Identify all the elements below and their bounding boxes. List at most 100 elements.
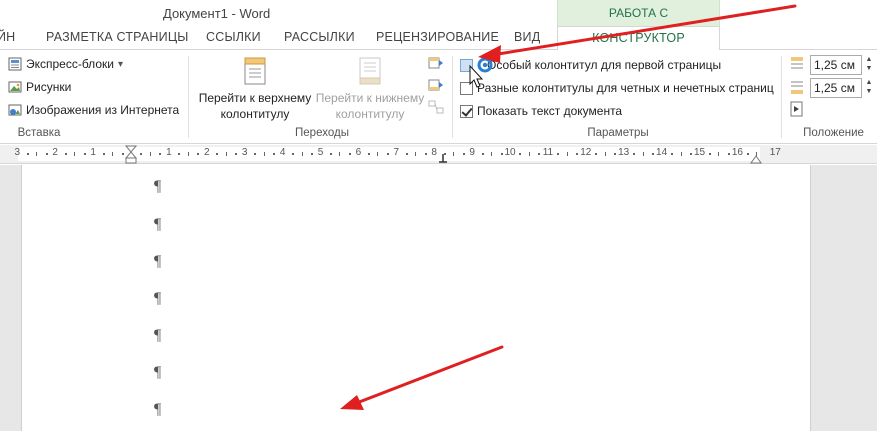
navigation-group-label: Переходы [295, 127, 349, 139]
show-document-text-checkbox[interactable] [460, 104, 473, 118]
ruler-tick [159, 153, 162, 155]
ruler-tick [708, 153, 711, 155]
ruler-number: 9 [469, 147, 475, 158]
ruler-tick [727, 153, 730, 155]
ribbon-tabs: ЙН РАЗМЕТКА СТРАНИЦЫ ССЫЛКИ РАССЫЛКИ РЕЦ… [0, 26, 877, 51]
ruler-tick [576, 153, 579, 155]
paragraph-mark: ¶ [154, 178, 162, 195]
paragraph-mark: ¶ [154, 216, 162, 233]
goto-footer-button[interactable]: Перейти к нижнему колонтитулу [310, 56, 430, 122]
different-first-page-label: Особый колонтитул для первой страницы [487, 58, 722, 72]
next-section-icon [428, 79, 443, 91]
different-first-page-option[interactable]: Особый колонтитул для первой страницы [460, 55, 721, 75]
footer-from-bottom-icon [791, 81, 803, 94]
ruler-number: 8 [431, 147, 437, 158]
ruler-tick [178, 153, 181, 155]
ruler-tick [595, 153, 598, 155]
ruler-number: 13 [618, 147, 630, 158]
goto-header-button[interactable]: Перейти к верхнему колонтитулу [194, 56, 316, 122]
quick-parts-button[interactable]: Экспресс-блоки ▾ [8, 54, 123, 74]
ruler-number: 7 [393, 147, 400, 158]
paragraph-mark: ¶ [154, 327, 162, 344]
ruler-tick [367, 153, 370, 155]
tab-stop-center-icon[interactable] [438, 154, 448, 164]
ruler-tick [348, 153, 351, 155]
ruler-tick [680, 152, 682, 156]
next-section-button[interactable] [428, 78, 444, 92]
ruler-tick [538, 153, 541, 155]
ruler-tick [36, 152, 38, 156]
paragraph-mark: ¶ [154, 290, 162, 307]
horizontal-ruler[interactable]: 3 2 1 1 2 3 4 5 6 7 8 9 10 11 12 13 14 15 16 17 [0, 145, 877, 164]
ruler-tick [102, 153, 105, 155]
ruler-tick [405, 153, 408, 155]
document-page[interactable]: ¶ ¶ ¶ ¶ ¶ ¶ ¶ [21, 165, 811, 431]
footer-position-input[interactable]: 1,25 см [810, 78, 862, 98]
previous-section-button[interactable] [428, 56, 444, 70]
paragraph-mark: ¶ [154, 401, 162, 418]
ruler-number: 17 [769, 147, 781, 158]
goto-footer-line2: колонтитулу [335, 107, 405, 121]
ruler-tick [329, 153, 332, 155]
ruler-number: 16 [731, 147, 743, 158]
ruler-number: 2 [204, 147, 210, 158]
pictures-button[interactable]: Рисунки [8, 77, 71, 97]
ruler-number: 10 [504, 147, 516, 158]
ruler-tick [140, 153, 143, 155]
ruler-tick [235, 153, 238, 155]
link-to-previous-icon [428, 100, 444, 114]
ruler-number: 1 [166, 147, 172, 158]
ruler-tick [481, 153, 484, 155]
ruler-tick [756, 152, 758, 156]
group-separator [452, 56, 453, 138]
tab-review[interactable]: РЕЦЕНЗИРОВАНИЕ [376, 30, 499, 44]
insert-alignment-tab-icon[interactable] [789, 101, 805, 117]
ruler-tick [519, 153, 522, 155]
tab-mailings[interactable]: РАССЫЛКИ [284, 30, 355, 44]
ruler-tick [528, 152, 530, 156]
previous-section-icon [428, 57, 443, 69]
tab-references[interactable]: ССЫЛКИ [206, 30, 261, 44]
options-group-label: Параметры [587, 127, 649, 139]
ruler-tick [566, 152, 568, 156]
ruler-number: 2 [52, 147, 58, 158]
online-pictures-button[interactable]: Изображения из Интернета [8, 100, 179, 120]
link-to-previous-button[interactable] [428, 100, 444, 114]
ruler-tick [187, 152, 189, 156]
ruler-tick [112, 152, 114, 156]
ruler-tick [273, 153, 276, 155]
ruler-tick [26, 153, 29, 155]
pictures-icon [8, 81, 22, 93]
mouse-pointer-icon [469, 57, 493, 88]
ruler-number: 4 [279, 147, 286, 158]
different-odd-even-option[interactable]: Разные колонтитулы для четных и нечетных… [460, 78, 774, 98]
ruler-tick [453, 152, 455, 156]
ruler-tick [311, 153, 314, 155]
paragraph-mark: ¶ [154, 253, 162, 270]
tab-view[interactable]: ВИД [514, 30, 540, 44]
ruler-tick [642, 152, 644, 156]
tab-design[interactable]: КОНСТРУКТОР [557, 26, 720, 51]
ruler-tick [500, 153, 503, 155]
tab-home[interactable]: ЙН [0, 30, 15, 44]
ruler-tick [216, 153, 219, 155]
group-separator [188, 56, 189, 138]
title-bar: Документ1 - Word РАБОТА С КОЛОНТИТУЛАМИ [0, 0, 877, 46]
goto-header-line1: Перейти к верхнему [198, 91, 312, 105]
ruler-tick [377, 152, 379, 156]
ruler-tick [424, 153, 427, 155]
header-position-stepper[interactable]: ▲ ▼ [864, 55, 874, 75]
ruler-number: 15 [693, 147, 706, 158]
tab-page-layout[interactable]: РАЗМЕТКА СТРАНИЦЫ [46, 30, 189, 44]
indent-marker-icon[interactable] [125, 145, 137, 164]
footer-position-stepper[interactable]: ▲ ▼ [864, 78, 874, 98]
goto-header-line2: колонтитулу [220, 107, 290, 121]
ruler-tick [64, 153, 67, 155]
show-document-text-option[interactable]: Показать текст документа [460, 101, 622, 121]
ruler-tick [339, 152, 341, 156]
ruler-tick [652, 153, 655, 155]
chevron-down-icon: ▾ [117, 58, 123, 70]
header-position-input[interactable]: 1,25 см [810, 55, 862, 75]
goto-footer-line1: Перейти к нижнему [315, 91, 425, 105]
ruler-tick [443, 153, 446, 155]
